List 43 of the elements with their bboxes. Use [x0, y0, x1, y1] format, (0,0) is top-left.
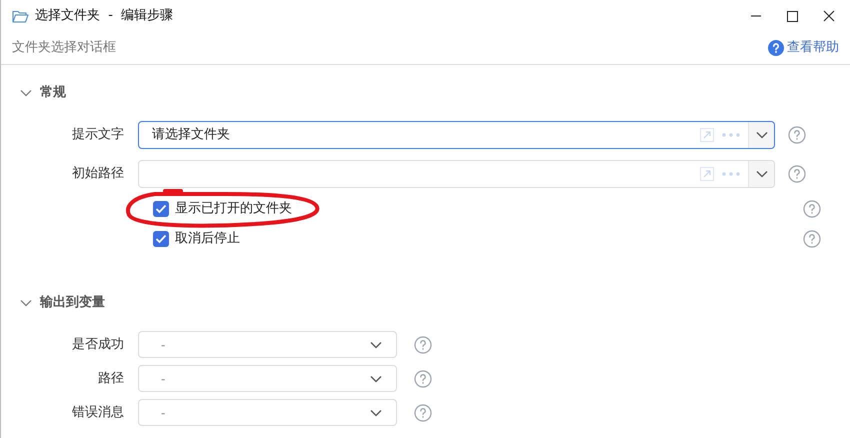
select-field[interactable]: - — [138, 365, 397, 392]
help-icon[interactable] — [803, 230, 821, 248]
field-label: 错误消息 — [72, 404, 124, 420]
help-icon — [768, 40, 784, 56]
dropdown-button[interactable] — [748, 161, 774, 187]
field-label: 是否成功 — [72, 336, 124, 352]
dropdown-button[interactable] — [748, 122, 774, 148]
text-field[interactable] — [138, 160, 775, 188]
help-icon[interactable] — [803, 200, 821, 218]
folder-icon — [12, 10, 29, 22]
chevron-down-icon — [370, 340, 382, 348]
chevron-down-icon — [756, 131, 768, 139]
field-label: 提示文字 — [72, 127, 124, 142]
checkbox-label: 显示已打开的文件夹 — [175, 200, 292, 218]
chevron-down-icon — [756, 170, 768, 178]
text-field[interactable]: 请选择文件夹 — [138, 121, 775, 149]
expand-icon[interactable] — [700, 167, 714, 181]
help-link[interactable]: 查看帮助 — [768, 38, 839, 58]
more-icon[interactable] — [722, 172, 740, 176]
maximize-icon[interactable] — [787, 10, 798, 22]
help-icon[interactable] — [414, 370, 432, 388]
close-icon[interactable] — [823, 10, 835, 22]
field-label: 初始路径 — [72, 166, 124, 182]
expand-icon[interactable] — [700, 128, 714, 142]
help-icon[interactable] — [414, 404, 432, 422]
field-label: 路径 — [98, 370, 124, 386]
help-icon[interactable] — [788, 126, 806, 144]
dialog-subtitle: 文件夹选择对话框 — [12, 39, 116, 58]
checkbox[interactable] — [153, 201, 169, 217]
checkbox[interactable] — [153, 231, 169, 247]
chevron-down-icon — [20, 89, 32, 97]
chevron-down-icon — [370, 374, 382, 382]
chevron-down-icon — [20, 299, 32, 307]
checkbox-label: 取消后停止 — [175, 230, 240, 248]
window-title: 选择文件夹 - 编辑步骤 — [35, 7, 174, 26]
section-header[interactable]: 常规 — [1, 83, 850, 103]
more-icon[interactable] — [722, 133, 740, 137]
section-header[interactable]: 输出到变量 — [1, 293, 850, 313]
chevron-down-icon — [370, 408, 382, 416]
help-icon[interactable] — [788, 165, 806, 183]
select-field[interactable]: - — [138, 331, 397, 358]
select-field[interactable]: - — [138, 399, 397, 426]
help-icon[interactable] — [414, 336, 432, 354]
